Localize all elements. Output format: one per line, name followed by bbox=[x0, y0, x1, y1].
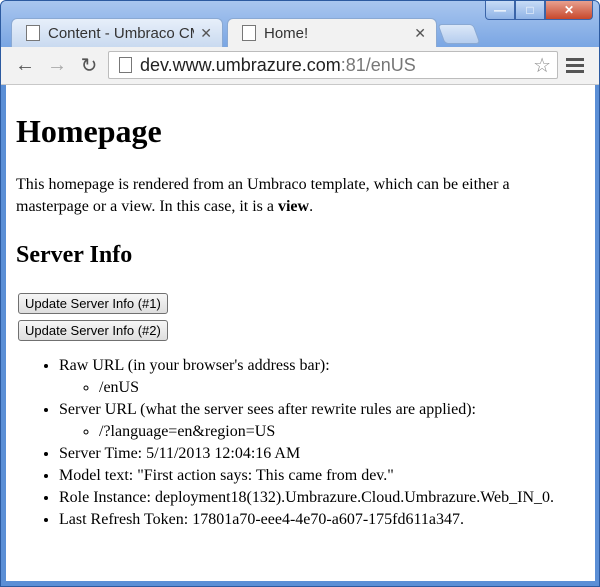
url-path: :81/enUS bbox=[340, 54, 416, 75]
page-icon bbox=[242, 25, 256, 41]
maximize-icon: □ bbox=[526, 3, 534, 17]
reload-icon: ↻ bbox=[80, 54, 98, 77]
server-url-label: Server URL (what the server sees after r… bbox=[59, 401, 476, 418]
menu-icon-bar bbox=[566, 70, 584, 73]
browser-window: — □ ✕ Content - Umbraco CMS ✕ Home! ✕ ← … bbox=[0, 0, 600, 587]
tab-close-icon[interactable]: ✕ bbox=[200, 25, 212, 42]
tab-content-umbraco[interactable]: Content - Umbraco CMS ✕ bbox=[11, 18, 223, 47]
close-window-button[interactable]: ✕ bbox=[545, 1, 593, 20]
back-button[interactable]: ← bbox=[13, 53, 37, 77]
page-title: Homepage bbox=[16, 113, 162, 149]
window-controls: — □ ✕ bbox=[485, 1, 593, 21]
window-frame-bottom bbox=[1, 581, 599, 586]
forward-arrow-icon: → bbox=[47, 53, 67, 76]
description-end: . bbox=[309, 198, 314, 215]
server-info-heading: Server Info bbox=[16, 242, 133, 268]
forward-button[interactable]: → bbox=[45, 53, 69, 77]
browser-toolbar: ← → ↻ dev.www.umbrazure.com:81/enUS ☆ bbox=[1, 47, 599, 85]
close-icon: ✕ bbox=[563, 3, 575, 17]
raw-url-label: Raw URL (in your browser's address bar): bbox=[59, 357, 330, 374]
server-info-list: Raw URL (in your browser's address bar):… bbox=[16, 355, 585, 531]
tab-title: Content - Umbraco CMS bbox=[48, 24, 194, 42]
raw-url-value: /enUS bbox=[99, 377, 585, 399]
menu-icon-bar bbox=[566, 64, 584, 67]
server-url-sublist: /?language=en&region=US bbox=[59, 421, 585, 443]
bookmark-star-icon[interactable]: ☆ bbox=[533, 53, 551, 78]
menu-button[interactable] bbox=[566, 55, 584, 75]
server-time: Server Time: 5/11/2013 12:04:16 AM bbox=[59, 443, 585, 465]
url-text[interactable]: dev.www.umbrazure.com:81/enUS bbox=[140, 55, 533, 76]
role-instance: Role Instance: deployment18(132).Umbrazu… bbox=[59, 487, 585, 509]
tab-close-icon[interactable]: ✕ bbox=[414, 25, 426, 42]
tab-title: Home! bbox=[264, 24, 309, 42]
menu-icon bbox=[566, 58, 584, 61]
description-bold: view bbox=[277, 198, 310, 215]
model-text: Model text: "First action says: This cam… bbox=[59, 465, 585, 487]
list-item: Raw URL (in your browser's address bar):… bbox=[59, 355, 585, 399]
page-content: Homepage This homepage is rendered from … bbox=[6, 85, 595, 583]
list-item: Server URL (what the server sees after r… bbox=[59, 399, 585, 443]
back-arrow-icon: ← bbox=[15, 53, 35, 76]
tab-strip: Content - Umbraco CMS ✕ Home! ✕ bbox=[11, 18, 481, 48]
refresh-token: Last Refresh Token: 17801a70-eee4-4e70-a… bbox=[59, 509, 585, 531]
address-bar[interactable]: dev.www.umbrazure.com:81/enUS ☆ bbox=[108, 51, 558, 79]
page-icon bbox=[26, 25, 40, 41]
title-bar: — □ ✕ Content - Umbraco CMS ✕ Home! ✕ bbox=[1, 1, 599, 47]
maximize-button[interactable]: □ bbox=[515, 1, 545, 20]
update-server-info-2-button[interactable]: Update Server Info (#2) bbox=[18, 320, 168, 341]
server-url-value: /?language=en&region=US bbox=[99, 421, 585, 443]
url-host: dev.www.umbrazure.com bbox=[140, 54, 341, 75]
minimize-button[interactable]: — bbox=[485, 1, 515, 20]
minimize-icon: — bbox=[494, 3, 506, 17]
raw-url-sublist: /enUS bbox=[59, 377, 585, 399]
reload-button[interactable]: ↻ bbox=[77, 53, 101, 77]
page-description: This homepage is rendered from an Umbrac… bbox=[16, 174, 585, 218]
new-tab-button[interactable] bbox=[437, 24, 481, 44]
page-icon bbox=[119, 57, 132, 73]
description-text: This homepage is rendered from an Umbrac… bbox=[16, 176, 510, 215]
tab-home[interactable]: Home! ✕ bbox=[227, 18, 437, 47]
update-server-info-1-button[interactable]: Update Server Info (#1) bbox=[18, 293, 168, 314]
